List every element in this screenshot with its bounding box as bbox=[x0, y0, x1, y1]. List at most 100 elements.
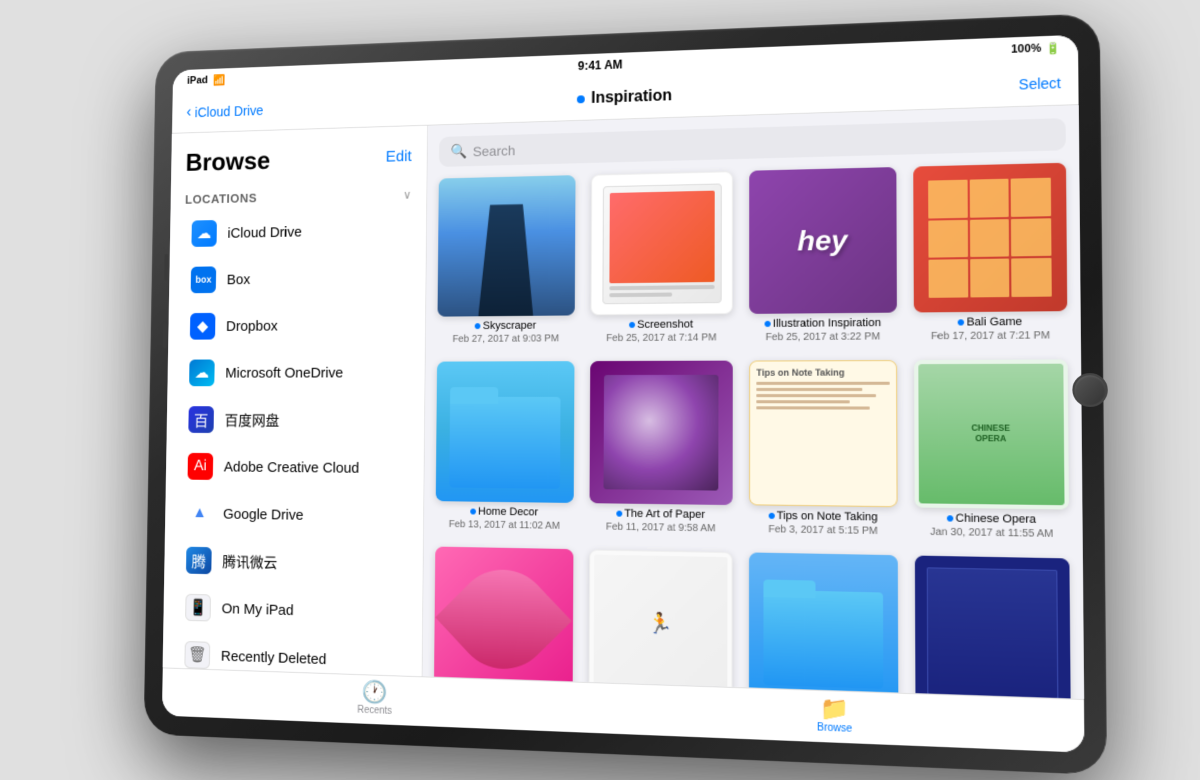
bali-thumb bbox=[913, 163, 1067, 313]
sidebar: Browse Edit Locations ∨ ☁ iCloud Drive b… bbox=[163, 126, 428, 676]
sidebar-title: Browse bbox=[185, 146, 270, 178]
homedecor-date: Feb 13, 2017 at 11:02 AM bbox=[449, 518, 560, 533]
ipad-label: iPad bbox=[187, 75, 208, 87]
skyscraper-name: Skyscraper bbox=[475, 320, 536, 333]
tab-recents[interactable]: 🕐 Recents bbox=[162, 674, 599, 725]
content-area: 🔍 Search Skyscraper Feb 27, 2017 at 9:03… bbox=[423, 105, 1084, 699]
screenshot-name: Screenshot bbox=[629, 318, 693, 332]
screenshot-thumb bbox=[590, 171, 732, 315]
sidebar-header: Browse Edit bbox=[171, 126, 427, 186]
dropbox-icon: ◆ bbox=[190, 313, 216, 340]
hey-thumb: hey bbox=[749, 167, 897, 314]
sidebar-item-tencent[interactable]: 腾 腾讯微云 bbox=[171, 537, 415, 589]
baidu-label: 百度网盘 bbox=[224, 410, 279, 430]
box-label: Box bbox=[227, 271, 251, 287]
modernjewelry-thumb bbox=[915, 556, 1071, 699]
chineseopera-name: Chinese Opera bbox=[947, 512, 1036, 527]
file-item-chineseopera[interactable]: CHINESEOPERA Chinese Opera Jan 30, 2017 … bbox=[914, 360, 1069, 542]
notetaking-date: Feb 3, 2017 at 5:15 PM bbox=[768, 523, 877, 538]
chineseopera-date: Jan 30, 2017 at 11:55 AM bbox=[930, 526, 1053, 542]
gdrive-label: Google Drive bbox=[223, 506, 304, 524]
trash-icon: 🗑 bbox=[184, 641, 210, 669]
tag-dot-icon bbox=[577, 95, 585, 103]
file-item-homedecor[interactable]: Home Decor Feb 13, 2017 at 11:02 AM bbox=[435, 361, 574, 533]
sidebar-item-ipad[interactable]: 📱 On My iPad bbox=[171, 584, 415, 637]
nav-select-button[interactable]: Select bbox=[1019, 74, 1061, 92]
files-grid: Skyscraper Feb 27, 2017 at 9:03 PM Scree… bbox=[432, 163, 1073, 699]
trash-label: Recently Deleted bbox=[221, 647, 327, 667]
tencent-icon: 腾 bbox=[186, 547, 212, 574]
status-left: iPad 📶 bbox=[187, 73, 226, 87]
browse-icon: 📁 bbox=[820, 697, 849, 721]
recents-icon: 🕐 bbox=[362, 681, 388, 704]
file-item-modernjewelry[interactable]: Modern Jewelry Jan 14, 2017 at 9:02 AM bbox=[915, 556, 1071, 699]
file-item-bali[interactable]: Bali Game Feb 17, 2017 at 7:21 PM bbox=[913, 163, 1067, 344]
homedecor-name: Home Decor bbox=[470, 506, 538, 520]
recents-label: Recents bbox=[357, 705, 392, 717]
icloud-icon: ☁ bbox=[191, 220, 217, 247]
skyscraper-date: Feb 27, 2017 at 9:03 PM bbox=[452, 333, 559, 346]
artpaper-date: Feb 11, 2017 at 9:58 AM bbox=[606, 521, 716, 536]
tab-browse[interactable]: 📁 Browse bbox=[598, 689, 1084, 744]
onedrive-label: Microsoft OneDrive bbox=[225, 364, 343, 381]
sidebar-item-dropbox[interactable]: ◆ Dropbox bbox=[175, 301, 417, 349]
locations-chevron-icon[interactable]: ∨ bbox=[403, 187, 411, 201]
status-right: 100% 🔋 bbox=[1011, 41, 1061, 56]
file-item-hey[interactable]: hey Illustration Inspiration Feb 25, 201… bbox=[749, 167, 897, 344]
status-time: 9:41 AM bbox=[578, 58, 623, 73]
homedecor-thumb bbox=[436, 361, 575, 503]
file-item-screenshot[interactable]: Screenshot Feb 25, 2017 at 7:14 PM bbox=[590, 171, 733, 345]
file-item-artpaper[interactable]: The Art of Paper Feb 11, 2017 at 9:58 AM bbox=[589, 361, 732, 536]
nav-back[interactable]: ‹ iCloud Drive bbox=[186, 101, 263, 121]
search-icon: 🔍 bbox=[450, 143, 467, 160]
bali-date: Feb 17, 2017 at 7:21 PM bbox=[931, 329, 1050, 343]
locations-label: Locations bbox=[185, 191, 257, 207]
ipad-label2: On My iPad bbox=[222, 600, 294, 618]
nav-back-label[interactable]: iCloud Drive bbox=[195, 102, 264, 119]
sidebar-item-box[interactable]: box Box bbox=[176, 254, 418, 303]
ipad-screen: iPad 📶 9:41 AM 100% 🔋 ‹ iCloud Drive Ins… bbox=[162, 35, 1085, 753]
home-button[interactable] bbox=[1072, 373, 1108, 407]
onedrive-icon: ☁ bbox=[189, 359, 215, 386]
search-bar[interactable]: 🔍 Search bbox=[439, 118, 1066, 167]
file-item-illustrations[interactable]: Illustrations Jan 17, 2017 at 1:36 PM bbox=[749, 553, 899, 699]
adobe-label: Adobe Creative Cloud bbox=[224, 458, 360, 476]
volume-down-button[interactable] bbox=[163, 322, 167, 348]
chineseopera-thumb: CHINESEOPERA bbox=[914, 360, 1069, 510]
notetaking-thumb: Tips on Note Taking bbox=[749, 360, 898, 507]
hey-date: Feb 25, 2017 at 3:22 PM bbox=[766, 330, 881, 344]
box-icon: box bbox=[191, 266, 217, 293]
file-item-skyscraper[interactable]: Skyscraper Feb 27, 2017 at 9:03 PM bbox=[437, 175, 575, 346]
back-chevron-icon: ‹ bbox=[186, 104, 191, 121]
tencent-label: 腾讯微云 bbox=[222, 551, 277, 572]
artpaper-thumb bbox=[590, 361, 733, 505]
ipad-local-icon: 📱 bbox=[185, 594, 211, 622]
artpaper-name: The Art of Paper bbox=[616, 508, 705, 523]
screenshot-date: Feb 25, 2017 at 7:14 PM bbox=[606, 332, 716, 346]
gdrive-icon: ▲ bbox=[187, 500, 213, 527]
file-item-pinkleaf[interactable]: Pink Leaf Jan 28, 2017 at 3:09 PM bbox=[434, 547, 574, 699]
sidebar-item-baidu[interactable]: 百 百度网盘 bbox=[174, 397, 417, 444]
ipad-device: iPad 📶 9:41 AM 100% 🔋 ‹ iCloud Drive Ins… bbox=[144, 13, 1107, 775]
sidebar-item-gdrive[interactable]: ▲ Google Drive bbox=[172, 490, 416, 540]
volume-up-button[interactable] bbox=[164, 254, 168, 280]
search-placeholder: Search bbox=[473, 142, 516, 159]
sidebar-item-onedrive[interactable]: ☁ Microsoft OneDrive bbox=[175, 349, 418, 396]
file-item-notetaking[interactable]: Tips on Note Taking Tips on Note Taking … bbox=[749, 360, 898, 539]
baidu-icon: 百 bbox=[188, 406, 214, 433]
sidebar-item-icloud[interactable]: ☁ iCloud Drive bbox=[177, 206, 419, 256]
nav-title: Inspiration bbox=[591, 87, 672, 108]
icloud-label: iCloud Drive bbox=[227, 224, 302, 242]
adobe-icon: Ai bbox=[188, 453, 214, 480]
hey-name: Illustration Inspiration bbox=[765, 317, 882, 331]
nav-title-area: Inspiration bbox=[577, 87, 672, 108]
battery-label: 100% bbox=[1011, 42, 1042, 56]
sidebar-edit-button[interactable]: Edit bbox=[386, 148, 412, 166]
sidebar-item-adobe[interactable]: Ai Adobe Creative Cloud bbox=[173, 443, 416, 492]
battery-icon: 🔋 bbox=[1046, 41, 1061, 55]
parksketch-thumb: 🏃 bbox=[589, 550, 733, 699]
bali-name: Bali Game bbox=[958, 316, 1022, 330]
skyscraper-thumb bbox=[438, 175, 576, 317]
illustrations-thumb bbox=[749, 553, 898, 699]
file-item-parksketch[interactable]: 🏃 Park Sketch Jan 21, 2017 at 5:35 PM bbox=[588, 550, 732, 699]
